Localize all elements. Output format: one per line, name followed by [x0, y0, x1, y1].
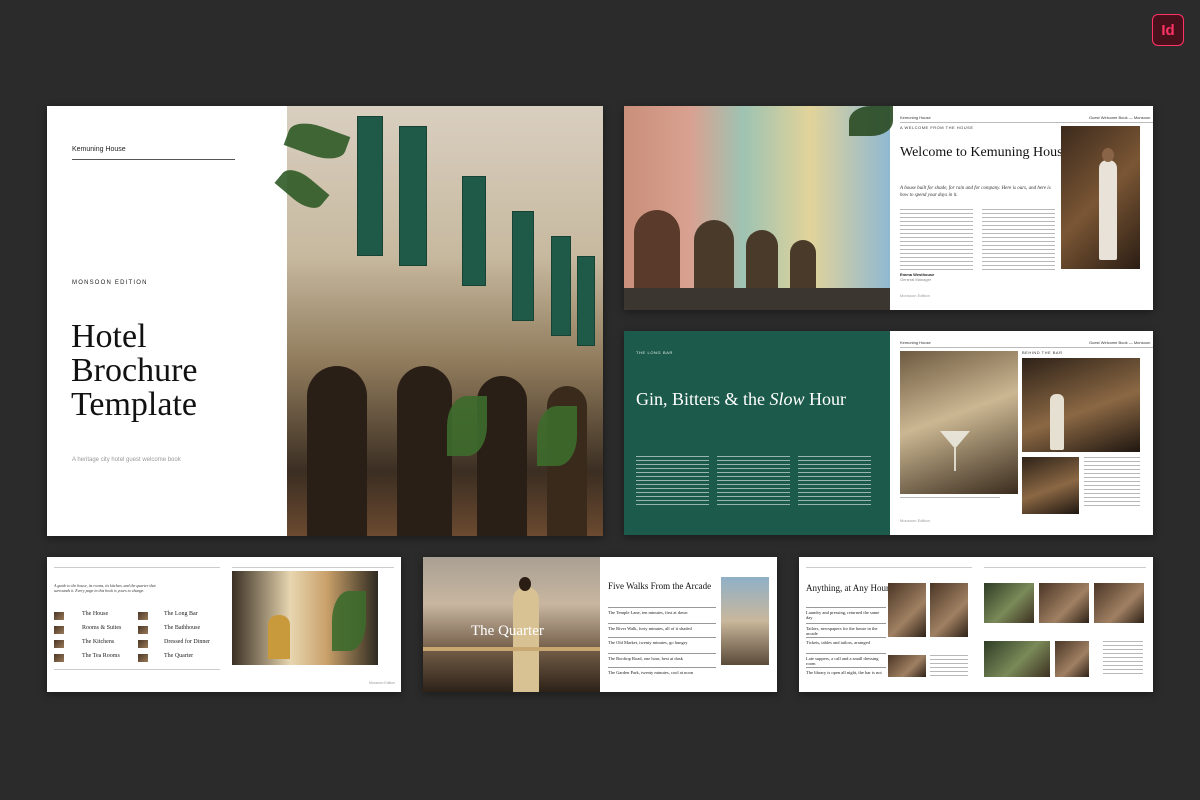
cover-title-line-2: Brochure — [71, 352, 198, 389]
cover-title: Hotel Brochure Template — [71, 320, 198, 422]
long-bar-body-col-2 — [717, 456, 790, 508]
welcome-header-rule — [900, 122, 1153, 123]
indesign-app-icon: Id — [1152, 14, 1184, 46]
walk-label-5: The Garden Park, twenty minutes, cool at… — [608, 670, 694, 675]
welcome-street-photo — [624, 106, 893, 310]
long-bar-section-right: BEHIND THE BAR — [1022, 350, 1063, 355]
walk-label-4: The Rooftop Road, one hour, best at dusk — [608, 656, 683, 661]
long-bar-footer: Monsoon Edition — [900, 518, 930, 523]
gallery-photo-1 — [984, 583, 1034, 623]
anything-title: Anything, at Any Hour — [806, 583, 889, 593]
toc-item-kitchens[interactable]: The Kitchens — [82, 639, 114, 645]
toc-item-house[interactable]: The House — [82, 611, 108, 617]
quarter-walks-title: Five Walks From the Arcade — [608, 581, 712, 591]
service-label-2: Tailors, newspapers for the house in the… — [806, 626, 878, 636]
welcome-spread[interactable]: Kemuning House Guest Welcome Book — Mons… — [624, 106, 1153, 310]
welcome-header-right: Guest Welcome Book — Monsoon — [1089, 115, 1151, 120]
cover-brand-rule — [72, 159, 235, 160]
long-bar-bartender-photo — [1022, 358, 1140, 452]
gallery-photo-3 — [1094, 583, 1144, 623]
service-label-5: The library is open all night, the bar i… — [806, 670, 882, 675]
service-row-2[interactable]: Tailors, newspapers for the house in the… — [806, 623, 886, 636]
cover-subtitle: A heritage city hotel guest welcome book — [72, 457, 181, 463]
quarter-alley-photo — [721, 577, 769, 665]
service-row-4[interactable]: Late suppers, a call and a small dressin… — [806, 653, 886, 666]
walk-row-1[interactable]: The Temple Lane, ten minutes, first at d… — [608, 607, 716, 617]
long-bar-header-left: Kemuning House — [900, 340, 931, 345]
welcome-body-col-2 — [982, 209, 1055, 271]
service-label-1: Laundry and pressing, returned the same … — [806, 610, 880, 620]
walk-row-2[interactable]: The River Walk, forty minutes, all of it… — [608, 623, 716, 633]
cover-title-line-1: Hotel — [71, 318, 147, 355]
service-photo-1 — [888, 583, 926, 637]
toc-intro: A guide to the house, its rooms, its kit… — [54, 583, 156, 594]
welcome-title: Welcome to Kemuning House — [900, 145, 1069, 160]
service-photo-2 — [930, 583, 968, 637]
long-bar-side-text — [1084, 457, 1140, 509]
toc-item-quarter[interactable]: The Quarter — [164, 653, 193, 659]
service-row-5[interactable]: The library is open all night, the bar i… — [806, 667, 886, 677]
service-notes — [930, 655, 968, 677]
long-bar-header-right: Guest Welcome Book — Monsoon — [1089, 340, 1151, 345]
services-spread[interactable]: Anything, at Any Hour Laundry and pressi… — [799, 557, 1153, 692]
long-bar-cocktail-photo — [900, 351, 1018, 494]
long-bar-title-pre: Gin, Bitters & the — [636, 389, 770, 409]
cover-title-line-3: Template — [71, 386, 198, 423]
gallery-notes — [1103, 641, 1143, 677]
service-photo-3 — [888, 655, 926, 677]
long-bar-title-post: Hour — [804, 389, 847, 409]
cover-brand: Kemuning House — [72, 146, 126, 153]
walk-row-3[interactable]: The Old Market, twenty minutes, go hungr… — [608, 637, 716, 647]
service-row-1[interactable]: Laundry and pressing, returned the same … — [806, 607, 886, 620]
toc-item-bathhouse[interactable]: The Bathhouse — [164, 625, 200, 631]
toc-item-rooms[interactable]: Rooms & Suites — [82, 625, 121, 631]
long-bar-body-col-3 — [798, 456, 871, 508]
long-bar-title: Gin, Bitters & the Slow Hour — [636, 389, 846, 410]
gallery-photo-4 — [984, 641, 1050, 677]
service-label-4: Late suppers, a call and a small dressin… — [806, 656, 879, 666]
long-bar-header-rule — [900, 347, 1153, 348]
service-label-3: Tickets, tables and tailors, arranged — [806, 640, 870, 645]
toc-item-tea-rooms[interactable]: The Tea Rooms — [82, 653, 120, 659]
quarter-title: The Quarter — [471, 623, 544, 639]
toc-corridor-photo — [232, 571, 378, 665]
contents-spread[interactable]: A guide to the house, its rooms, its kit… — [47, 557, 401, 692]
toc-item-dinner[interactable]: Dressed for Dinner — [164, 639, 210, 645]
long-bar-section: THE LONG BAR — [636, 350, 673, 355]
gallery-photo-2 — [1039, 583, 1089, 623]
welcome-host-photo — [1061, 126, 1140, 269]
walk-row-4[interactable]: The Rooftop Road, one hour, best at dusk — [608, 653, 716, 663]
cover-facade-photo — [274, 106, 603, 536]
long-bar-body-col-1 — [636, 456, 709, 508]
quarter-spread[interactable]: The Quarter Five Walks From the Arcade T… — [423, 557, 777, 692]
welcome-section-label: A WELCOME FROM THE HOUSE — [900, 125, 974, 130]
walk-label-1: The Temple Lane, ten minutes, first at d… — [608, 610, 688, 615]
long-bar-caption — [900, 497, 1000, 501]
long-bar-spread[interactable]: THE LONG BAR Gin, Bitters & the Slow Hou… — [624, 331, 1153, 535]
long-bar-panel: THE LONG BAR Gin, Bitters & the Slow Hou… — [624, 331, 890, 535]
walk-label-2: The River Walk, forty minutes, all of it… — [608, 626, 692, 631]
long-bar-title-em: Slow — [769, 389, 805, 409]
long-bar-small-photo — [1022, 457, 1079, 514]
service-row-3[interactable]: Tickets, tables and tailors, arranged — [806, 637, 886, 647]
welcome-footer: Monsoon Edition — [900, 293, 930, 298]
welcome-signature-role: General Manager — [900, 277, 932, 282]
toc-footer: Monsoon Edition — [369, 681, 396, 685]
welcome-body-col-1 — [900, 209, 973, 271]
welcome-lede: A house built for shade, for rain and fo… — [900, 186, 1051, 198]
cover-spread[interactable]: Kemuning House MONSOON EDITION Hotel Bro… — [47, 106, 603, 536]
cover-edition: MONSOON EDITION — [72, 280, 148, 286]
walk-row-5[interactable]: The Garden Park, twenty minutes, cool at… — [608, 667, 716, 677]
toc-item-long-bar[interactable]: The Long Bar — [164, 611, 198, 617]
walk-label-3: The Old Market, twenty minutes, go hungr… — [608, 640, 688, 645]
gallery-photo-5 — [1055, 641, 1089, 677]
welcome-header-left: Kemuning House — [900, 115, 931, 120]
